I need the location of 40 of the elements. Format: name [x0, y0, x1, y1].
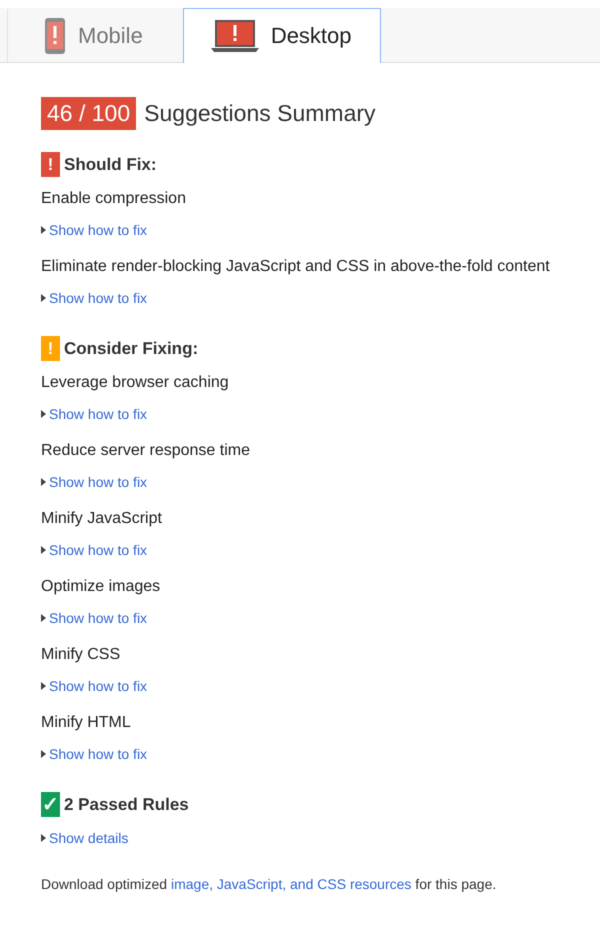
triangle-icon — [41, 682, 46, 690]
expand-link[interactable]: Show how to fix — [49, 222, 148, 238]
rule-title: Minify JavaScript — [41, 510, 163, 528]
rule-title: Minify HTML — [41, 714, 132, 732]
expand-link[interactable]: Show how to fix — [49, 290, 148, 306]
score-badge: 46 / 100 — [41, 97, 136, 130]
warning-icon: ! — [41, 152, 60, 177]
rule-title: Eliminate render-blocking JavaScript and CSS in above-the-fold content — [41, 258, 551, 276]
expand-link[interactable]: Show how to fix — [49, 542, 148, 558]
rule-title: Minify CSS — [41, 646, 122, 664]
rule-title: Enable compression — [41, 190, 187, 208]
phone-icon — [44, 18, 66, 54]
laptop-icon — [210, 20, 259, 52]
check-icon: ✓ — [41, 792, 60, 817]
tab[interactable]: Mobile — [7, 9, 181, 62]
download-note: Download optimized image, JavaScript, and CSS resources for this page. — [41, 876, 498, 892]
section-heading: Should Fix: — [64, 154, 157, 174]
tab[interactable]: Desktop — [182, 8, 381, 63]
rule-title: Optimize images — [41, 578, 162, 596]
section-heading: 2 Passed Rules — [64, 794, 189, 814]
rule-title: Leverage browser caching — [41, 374, 230, 392]
resources-link[interactable]: image, JavaScript, and CSS resources — [170, 876, 412, 892]
expand-link[interactable]: Show how to fix — [49, 406, 148, 422]
triangle-icon — [41, 226, 46, 234]
section-heading: Consider Fixing: — [64, 338, 198, 358]
triangle-icon — [41, 750, 46, 758]
expand-link[interactable]: Show how to fix — [49, 678, 148, 694]
triangle-icon — [41, 294, 46, 302]
triangle-icon — [41, 546, 46, 554]
expand-link[interactable]: Show how to fix — [49, 610, 148, 626]
triangle-icon — [41, 834, 46, 842]
warning-icon: ! — [41, 336, 60, 361]
triangle-icon — [41, 478, 46, 486]
rule-title: Reduce server response time — [41, 442, 251, 460]
triangle-icon — [41, 614, 46, 622]
expand-link[interactable]: Show details — [49, 830, 128, 846]
expand-link[interactable]: Show how to fix — [49, 746, 148, 762]
triangle-icon — [41, 410, 46, 418]
expand-link[interactable]: Show how to fix — [49, 474, 148, 490]
summary-title: Suggestions Summary — [144, 100, 376, 127]
